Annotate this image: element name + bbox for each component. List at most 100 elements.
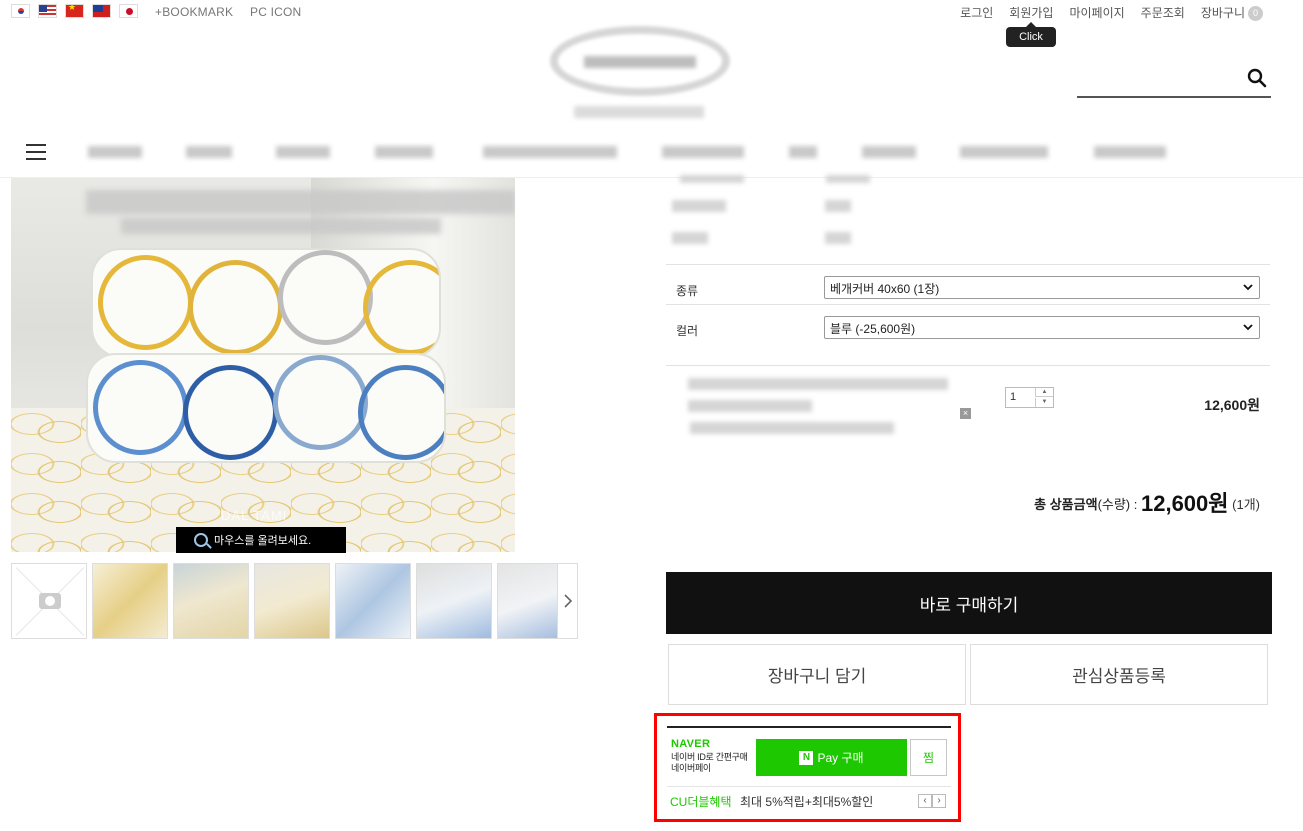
total-label: 총 상품금액 xyxy=(1034,497,1098,512)
divider xyxy=(666,365,1270,366)
product-main-image[interactable]: DAL TAMI xyxy=(11,178,515,552)
naver-logo: NAVER xyxy=(671,738,711,750)
selected-item-name-blurred xyxy=(688,400,812,412)
nav-item-blurred[interactable] xyxy=(375,146,433,158)
korea-flag-icon[interactable] xyxy=(11,4,30,18)
blurred-info xyxy=(680,175,744,183)
usa-flag-icon[interactable] xyxy=(38,4,57,18)
option-color-value: 블루 (-25,600원) xyxy=(830,322,916,336)
mypage-link[interactable]: 마이페이지 xyxy=(1069,4,1124,21)
thumbnail-next-button[interactable] xyxy=(557,563,578,639)
magnifier-icon xyxy=(194,533,208,547)
zoom-hint-text: 마우스를 올려보세요. xyxy=(214,535,312,547)
thumbnail-yellow-quilt-1[interactable] xyxy=(92,563,168,639)
naverpay-top-border xyxy=(667,726,951,728)
cart-count-badge: 0 xyxy=(1248,6,1263,22)
option-type-select[interactable]: 베개커버 40x60 (1장) xyxy=(824,276,1260,299)
buy-now-button[interactable]: 바로 구매하기 xyxy=(666,572,1272,634)
image-watermark: DAL TAMI xyxy=(221,508,288,523)
zoom-hint: 마우스를 올려보세요. xyxy=(176,527,346,553)
nav-item-blurred[interactable] xyxy=(88,146,142,158)
blurred-info-value xyxy=(825,232,851,244)
blurred-overlay-text xyxy=(86,190,515,214)
option-type-value: 베개커버 40x60 (1장) xyxy=(830,282,940,296)
naverpay-buy-label: Pay 구매 xyxy=(817,751,864,765)
divider xyxy=(666,304,1270,305)
blurred-info-value xyxy=(825,200,851,212)
total-amount: 12,600원 xyxy=(1140,491,1229,516)
benefit-next-icon[interactable]: › xyxy=(932,794,946,808)
search-icon[interactable] xyxy=(1247,68,1267,88)
total-price: 총 상품금액(수량) : 12,600원 (1개) xyxy=(1034,486,1260,518)
thumbnail-yellow-quilt-2[interactable] xyxy=(173,563,249,639)
login-link[interactable]: 로그인 xyxy=(960,4,993,21)
camera-icon xyxy=(39,593,61,609)
remove-item-icon[interactable]: × xyxy=(960,408,971,419)
nav-item-blurred[interactable] xyxy=(862,146,916,158)
nav-item-blurred[interactable] xyxy=(1094,146,1166,158)
option-color-label: 컬러 xyxy=(676,324,699,338)
thumbnail-blue-quilt-2[interactable] xyxy=(416,563,492,639)
chevron-right-icon xyxy=(563,594,572,608)
thumbnail-blue-quilt-1[interactable] xyxy=(335,563,411,639)
total-qty-label: (수량) : xyxy=(1097,497,1141,512)
thumbnail-yellow-quilt-3[interactable] xyxy=(254,563,330,639)
cu-benefit-text: 최대 5%적립+최대5%할인 xyxy=(740,795,874,809)
divider xyxy=(666,264,1270,265)
nav-item-blurred[interactable] xyxy=(276,146,330,158)
cu-benefit-link[interactable]: CU더블혜택 xyxy=(670,793,732,810)
thumbnail-placeholder[interactable] xyxy=(11,563,87,639)
selected-item-name-blurred xyxy=(688,378,948,390)
nav-item-blurred[interactable] xyxy=(662,146,744,158)
blurred-info xyxy=(826,175,870,183)
user-menu: 로그인 회원가입 마이페이지 주문조회 장바구니 0 xyxy=(960,4,1263,22)
blurred-overlay-text xyxy=(121,218,441,234)
naverpay-desc-line2: 네이버페이 xyxy=(671,763,711,773)
option-color-select[interactable]: 블루 (-25,600원) xyxy=(824,316,1260,339)
japan-flag-icon[interactable] xyxy=(119,4,138,18)
signup-tooltip: Click xyxy=(1006,22,1056,47)
nav-item-blurred[interactable] xyxy=(186,146,232,158)
option-type-label: 종류 xyxy=(676,284,699,298)
taiwan-flag-icon[interactable] xyxy=(92,4,111,18)
naver-n-icon: N xyxy=(799,750,814,765)
pc-icon-link[interactable]: PC ICON xyxy=(250,5,301,19)
nav-item-blurred[interactable] xyxy=(483,146,617,158)
line-item-price: 12,600원 xyxy=(1204,397,1260,413)
naverpay-description: 네이버 ID로 간편구매 네이버페이 xyxy=(671,752,748,774)
search-input[interactable] xyxy=(1077,96,1271,98)
nav-item-blurred[interactable] xyxy=(960,146,1048,158)
chevron-down-icon xyxy=(1243,324,1253,331)
benefit-prev-icon[interactable]: ‹ xyxy=(918,794,932,808)
blurred-info-label xyxy=(672,232,708,244)
signup-link[interactable]: 회원가입 xyxy=(1009,4,1053,21)
quantity-down-icon[interactable]: ▼ xyxy=(1035,398,1053,407)
chevron-down-icon xyxy=(1243,284,1253,291)
bookmark-link[interactable]: +BOOKMARK xyxy=(155,5,233,19)
menu-hamburger-icon[interactable] xyxy=(26,144,46,160)
logo-subtext-blurred xyxy=(574,106,704,118)
naverpay-wish-button[interactable]: 찜 xyxy=(910,739,947,776)
naverpay-buy-button[interactable]: N Pay 구매 xyxy=(756,739,907,776)
thumbnail-strip xyxy=(11,563,573,639)
nav-item-blurred[interactable] xyxy=(789,146,817,158)
cart-label: 장바구니 xyxy=(1200,6,1245,20)
naverpay-divider xyxy=(667,786,951,787)
naverpay-desc-line1: 네이버 ID로 간편구매 xyxy=(671,752,748,762)
order-lookup-link[interactable]: 주문조회 xyxy=(1141,4,1185,21)
site-logo[interactable] xyxy=(546,20,736,120)
quantity-up-icon[interactable]: ▲ xyxy=(1035,388,1053,397)
language-flags xyxy=(11,4,138,18)
quantity-stepper[interactable]: 1 ▲ ▼ xyxy=(1005,387,1054,408)
logo-text-blurred xyxy=(584,56,696,68)
blue-smile-quilt xyxy=(86,353,446,463)
add-to-wishlist-button[interactable]: 관심상품등록 xyxy=(970,644,1268,705)
quantity-value[interactable]: 1 xyxy=(1010,391,1016,403)
selected-item-option-blurred xyxy=(690,422,894,434)
cart-link[interactable]: 장바구니 0 xyxy=(1200,4,1263,22)
total-count: (1개) xyxy=(1232,497,1260,512)
yellow-smile-quilt xyxy=(91,248,441,358)
china-flag-icon[interactable] xyxy=(65,4,84,18)
blurred-info-label xyxy=(672,200,726,212)
add-to-cart-button[interactable]: 장바구니 담기 xyxy=(668,644,966,705)
